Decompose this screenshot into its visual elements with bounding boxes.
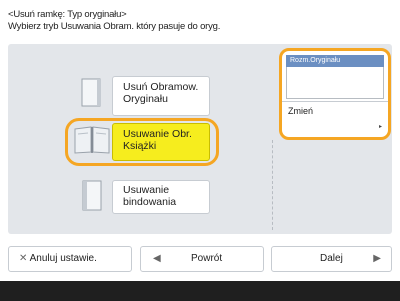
header-instruction: Wybierz tryb Usuwania Obram. który pasuj… — [8, 21, 221, 32]
open-book-icon — [74, 126, 110, 154]
option-label-line1: Usuwanie — [123, 184, 170, 196]
arrow-left-icon: ◀ — [153, 253, 161, 264]
next-button[interactable]: Dalej ▶ — [271, 246, 392, 272]
change-size-button[interactable]: Zmień — [288, 106, 313, 116]
original-size-panel[interactable]: Rozm.Oryginału Zmień ▸ — [279, 48, 391, 140]
back-label: Powrót — [191, 253, 223, 264]
bound-sheet-icon — [82, 180, 102, 211]
status-bar — [0, 281, 400, 301]
arrow-right-icon: ▶ — [373, 253, 381, 264]
option-label-line2: Książki — [123, 140, 157, 152]
option-label-line1: Usuń Obramow. — [123, 81, 199, 93]
option-erase-original-frame-button[interactable]: Usuń Obramow. Oryginału — [112, 76, 210, 116]
triangle-right-icon: ▸ — [378, 124, 382, 130]
option-book-frame-erase-button[interactable]: Usuwanie Obr. Książki — [112, 123, 210, 161]
cancel-settings-button[interactable]: ✕ Anuluj ustawie. — [8, 246, 132, 272]
option-label-line1: Usuwanie Obr. — [123, 128, 192, 140]
option-binding-erase-button[interactable]: Usuwanie bindowania — [112, 180, 210, 214]
original-size-title: Rozm.Oryginału — [286, 55, 384, 67]
original-size-value — [286, 67, 384, 99]
header-title: <Usuń ramkę: Typ oryginału> — [8, 9, 127, 20]
back-button[interactable]: ◀ Powrót — [140, 246, 264, 272]
single-sheet-icon — [81, 78, 101, 107]
panel-divider — [272, 140, 273, 230]
option-label-line2: bindowania — [123, 196, 177, 208]
next-label: Dalej — [320, 253, 343, 264]
cancel-settings-label: Anuluj ustawie. — [29, 253, 97, 264]
side-panel-separator — [282, 101, 388, 102]
close-icon: ✕ — [19, 253, 28, 264]
screen-header: <Usuń ramkę: Typ oryginału> Wybierz tryb… — [8, 9, 398, 33]
option-label-line2: Oryginału — [123, 93, 168, 105]
